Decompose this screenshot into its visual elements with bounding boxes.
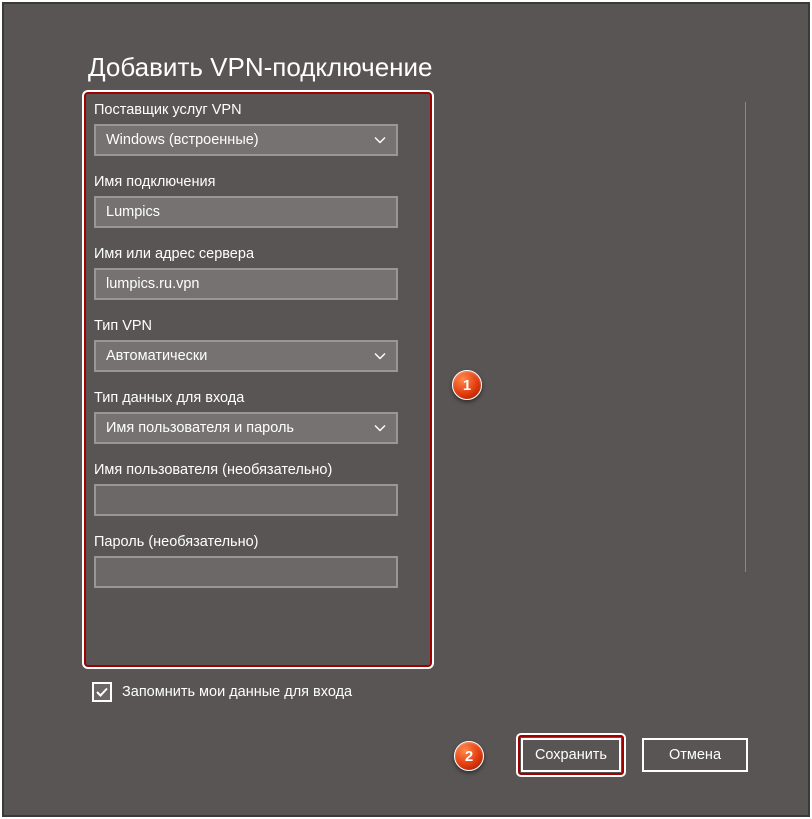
field-vpn-type: Тип VPN Автоматически [94, 318, 422, 372]
button-row: Сохранить Отмена [518, 735, 748, 775]
remember-checkbox[interactable] [92, 682, 112, 702]
conn-name-label: Имя подключения [94, 174, 422, 190]
username-label: Имя пользователя (необязательно) [94, 462, 422, 478]
signin-type-select[interactable]: Имя пользователя и пароль [94, 412, 398, 444]
annotation-marker-2: 2 [454, 741, 484, 771]
chevron-down-icon [374, 350, 386, 362]
field-username: Имя пользователя (необязательно) [94, 462, 422, 516]
conn-name-input[interactable] [94, 196, 398, 228]
provider-select[interactable]: Windows (встроенные) [94, 124, 398, 156]
chevron-down-icon [374, 422, 386, 434]
vpn-type-value: Автоматически [106, 348, 207, 364]
save-highlight: Сохранить [518, 735, 624, 775]
chevron-down-icon [374, 134, 386, 146]
separator-line [745, 102, 746, 572]
vpn-type-select[interactable]: Автоматически [94, 340, 398, 372]
server-label: Имя или адрес сервера [94, 246, 422, 262]
signin-type-label: Тип данных для входа [94, 390, 422, 406]
field-password: Пароль (необязательно) [94, 534, 422, 588]
vpn-add-dialog: Добавить VPN-подключение Поставщик услуг… [2, 2, 810, 817]
provider-label: Поставщик услуг VPN [94, 102, 422, 118]
field-server: Имя или адрес сервера [94, 246, 422, 300]
username-input[interactable] [94, 484, 398, 516]
remember-label: Запомнить мои данные для входа [122, 684, 352, 700]
cancel-button[interactable]: Отмена [642, 738, 748, 772]
server-input[interactable] [94, 268, 398, 300]
password-label: Пароль (необязательно) [94, 534, 422, 550]
form-highlight-box: Поставщик услуг VPN Windows (встроенные)… [84, 92, 432, 667]
remember-row: Запомнить мои данные для входа [92, 682, 352, 702]
annotation-marker-1: 1 [452, 370, 482, 400]
vpn-type-label: Тип VPN [94, 318, 422, 334]
field-conn-name: Имя подключения [94, 174, 422, 228]
field-signin-type: Тип данных для входа Имя пользователя и … [94, 390, 422, 444]
page-title: Добавить VPN-подключение [88, 52, 433, 83]
check-icon [95, 685, 109, 699]
field-provider: Поставщик услуг VPN Windows (встроенные) [94, 102, 422, 156]
save-button[interactable]: Сохранить [521, 738, 621, 772]
provider-value: Windows (встроенные) [106, 132, 259, 148]
password-input[interactable] [94, 556, 398, 588]
signin-type-value: Имя пользователя и пароль [106, 420, 294, 436]
